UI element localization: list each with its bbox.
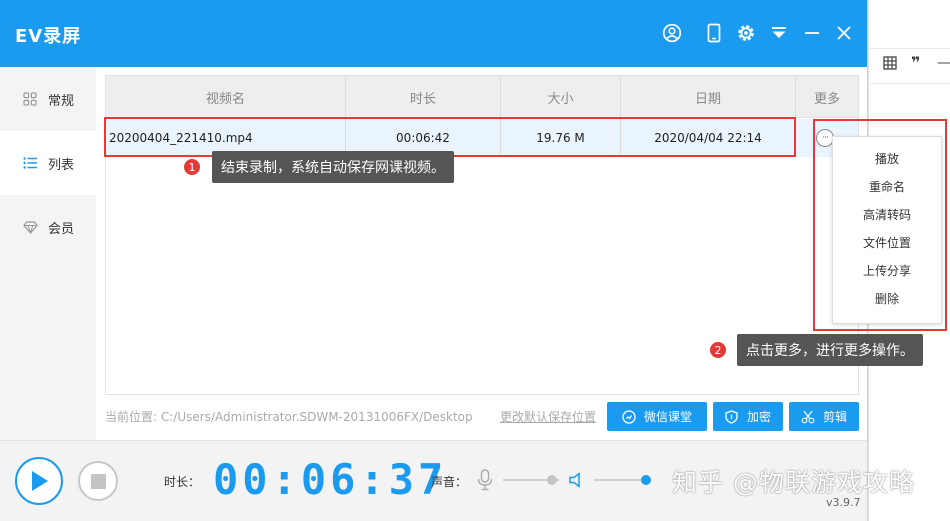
gear-icon[interactable] — [734, 21, 758, 45]
menu-item-hd-transcode[interactable]: 高清转码 — [833, 200, 941, 228]
change-save-location-link[interactable]: 更改默认保存位置 — [500, 408, 596, 425]
encrypt-label: 加密 — [746, 410, 771, 424]
mic-volume-knob[interactable] — [547, 475, 558, 485]
more-context-menu: 播放 重命名 高清转码 文件位置 上传分享 删除 — [832, 136, 942, 324]
user-icon[interactable] — [660, 21, 684, 45]
save-path-label: 当前位置: — [105, 410, 158, 424]
column-header-name[interactable]: 视频名 — [106, 76, 346, 118]
watermark-text: 知乎 @物联游戏攻略 — [672, 468, 915, 497]
sidebar: 常规 列表 会员 — [0, 67, 96, 440]
diamond-icon — [22, 219, 38, 235]
mobile-icon[interactable] — [702, 21, 726, 45]
scissors-icon — [801, 410, 815, 424]
volume-label: 声音： — [431, 475, 468, 489]
encrypt-button[interactable]: 加密 — [713, 402, 783, 431]
speaker-volume-slider[interactable] — [594, 479, 646, 481]
sidebar-item-list[interactable]: 列表 — [0, 131, 96, 195]
menu-item-play[interactable]: 播放 — [833, 144, 941, 172]
shield-icon — [725, 409, 739, 424]
column-header-size[interactable]: 大小 — [501, 76, 621, 118]
sidebar-item-label: 列表 — [48, 157, 75, 173]
menu-item-file-location[interactable]: 文件位置 — [833, 228, 941, 256]
column-header-more: 更多 — [813, 91, 840, 107]
menu-item-delete[interactable]: 删除 — [833, 284, 941, 312]
save-path: 当前位置: C:/Users/Administrator.SDWM-201310… — [105, 408, 473, 425]
play-icon — [32, 471, 48, 491]
save-path-value: C:/Users/Administrator.SDWM-20131006FX/D… — [160, 410, 473, 424]
close-icon[interactable] — [832, 21, 856, 45]
callout-badge-1: 1 — [182, 157, 202, 177]
app-title: EV录屏 — [15, 26, 82, 47]
list-icon — [22, 155, 38, 171]
sidebar-item-general[interactable]: 常规 — [0, 67, 96, 131]
stop-icon — [90, 473, 106, 489]
record-play-button[interactable] — [15, 457, 63, 505]
dash-icon[interactable]: — — [937, 55, 950, 71]
callout-tooltip-1: 结束录制，系统自动保存网课视频。 — [212, 151, 454, 183]
table-header: 视频名 时长 大小 日期 更多 — [106, 76, 858, 118]
wechat-class-button[interactable]: 微信课堂 — [607, 402, 707, 431]
sidebar-item-member[interactable]: 会员 — [0, 195, 96, 259]
speaker-volume-knob[interactable] — [641, 475, 651, 485]
menu-item-rename[interactable]: 重命名 — [833, 172, 941, 200]
ev-recorder-window: EV录屏 常规 列表 会员 视频名 时长 大小 日期 更多 20200404_2… — [0, 0, 868, 521]
speaker-icon[interactable] — [568, 471, 586, 489]
quote-icon[interactable]: ❞ — [911, 53, 920, 72]
minimize-icon[interactable] — [800, 21, 824, 45]
wechat-class-label: 微信课堂 — [643, 410, 692, 424]
table-icon[interactable] — [883, 56, 897, 74]
microphone-icon[interactable] — [477, 469, 493, 491]
recording-timer: 00:06:37 — [213, 455, 448, 504]
wechat-class-icon — [622, 409, 636, 424]
menu-item-upload-share[interactable]: 上传分享 — [833, 256, 941, 284]
sidebar-item-label: 常规 — [48, 93, 75, 109]
duration-label: 时长： — [164, 475, 201, 489]
dropdown-icon[interactable] — [767, 21, 791, 45]
stop-button[interactable] — [78, 461, 118, 501]
callout-badge-2: 2 — [708, 340, 728, 360]
title-bar: EV录屏 — [0, 0, 867, 67]
edit-clip-button[interactable]: 剪辑 — [789, 402, 859, 431]
sidebar-item-label: 会员 — [48, 221, 75, 237]
edit-clip-label: 剪辑 — [822, 410, 847, 424]
column-header-duration[interactable]: 时长 — [346, 76, 501, 118]
column-header-date[interactable]: 日期 — [621, 76, 796, 118]
grid-icon — [22, 91, 38, 107]
callout-tooltip-2: 点击更多，进行更多操作。 — [737, 334, 923, 366]
